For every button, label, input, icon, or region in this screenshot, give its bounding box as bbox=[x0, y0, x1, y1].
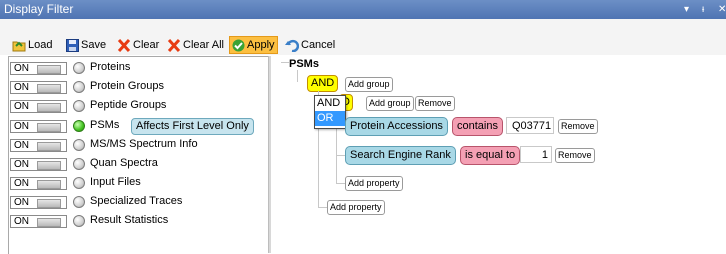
status-dot-icon[interactable] bbox=[73, 196, 85, 208]
cancel-label: Cancel bbox=[301, 39, 336, 51]
on-off-toggle[interactable]: ON bbox=[10, 196, 67, 209]
save-button[interactable]: Save bbox=[66, 36, 106, 54]
save-label: Save bbox=[81, 39, 107, 51]
undo-icon bbox=[285, 39, 299, 52]
value-field[interactable]: 1 bbox=[520, 146, 552, 163]
filter-label: Quan Spectra bbox=[90, 157, 158, 169]
on-off-toggle[interactable]: ON bbox=[10, 100, 67, 113]
apply-label: Apply bbox=[247, 39, 275, 51]
apply-button[interactable]: Apply bbox=[229, 36, 278, 54]
operator-dropdown-menu: AND OR bbox=[314, 95, 346, 129]
property-button[interactable]: Protein Accessions bbox=[345, 117, 448, 136]
property-button[interactable]: Search Engine Rank bbox=[345, 146, 456, 165]
toggle-label: ON bbox=[14, 197, 29, 208]
save-icon bbox=[66, 38, 79, 52]
window-title: Display Filter bbox=[4, 2, 74, 16]
filter-label: Input Files bbox=[90, 176, 141, 188]
toggle-label: ON bbox=[14, 63, 29, 74]
toggle-knob bbox=[37, 180, 61, 189]
clear-all-icon bbox=[167, 38, 181, 52]
operator-button[interactable]: is equal to bbox=[460, 146, 521, 165]
title-bar: Display Filter ▾ ᵻ ✕ bbox=[0, 0, 726, 19]
clear-all-button[interactable]: Clear All bbox=[167, 36, 224, 54]
toggle-knob bbox=[37, 84, 61, 93]
add-property-button[interactable]: Add property bbox=[327, 200, 385, 215]
on-off-toggle[interactable]: ON bbox=[10, 177, 67, 190]
filter-label: PSMs bbox=[90, 119, 120, 131]
remove-group-button[interactable]: Remove bbox=[415, 96, 455, 111]
operator-button[interactable]: contains bbox=[452, 117, 503, 136]
toggle-label: ON bbox=[14, 159, 29, 170]
status-dot-icon[interactable] bbox=[73, 177, 85, 189]
filter-label: Proteins bbox=[90, 61, 131, 73]
close-icon[interactable]: ✕ bbox=[718, 0, 726, 19]
filter-label: Specialized Traces bbox=[90, 195, 183, 207]
toggle-label: ON bbox=[14, 140, 29, 151]
on-off-toggle[interactable]: ON bbox=[10, 158, 67, 171]
filter-label: Protein Groups bbox=[90, 80, 164, 92]
toggle-knob bbox=[37, 142, 61, 151]
filter-label: MS/MS Spectrum Info bbox=[90, 138, 198, 150]
status-dot-icon[interactable] bbox=[73, 139, 85, 151]
add-group-button[interactable]: Add group bbox=[366, 96, 414, 111]
clear-button[interactable]: Clear bbox=[117, 36, 159, 54]
operator-option-and[interactable]: AND bbox=[315, 96, 345, 111]
remove-condition-button[interactable]: Remove bbox=[558, 119, 598, 134]
toggle-label: ON bbox=[14, 82, 29, 93]
toggle-knob bbox=[37, 199, 61, 208]
toggle-label: ON bbox=[14, 101, 29, 112]
toggle-knob bbox=[37, 218, 61, 227]
checkmark-icon bbox=[232, 39, 245, 52]
remove-condition-button[interactable]: Remove bbox=[555, 148, 595, 163]
affects-first-level-badge: Affects First Level Only bbox=[131, 118, 254, 135]
clear-icon bbox=[117, 38, 131, 52]
filter-label: Peptide Groups bbox=[90, 99, 167, 111]
load-button[interactable]: Load bbox=[12, 36, 52, 54]
root-and-operator[interactable]: AND bbox=[307, 75, 339, 92]
toggle-knob bbox=[37, 103, 61, 112]
toggle-knob bbox=[37, 65, 61, 74]
toggle-label: ON bbox=[14, 178, 29, 189]
on-off-toggle[interactable]: ON bbox=[10, 215, 67, 228]
value-field[interactable]: Q03771 bbox=[506, 117, 554, 134]
on-off-toggle[interactable]: ON bbox=[10, 62, 67, 75]
on-off-toggle[interactable]: ON bbox=[10, 120, 67, 133]
tree-connector bbox=[297, 70, 298, 82]
load-label: Load bbox=[28, 39, 53, 51]
status-dot-icon[interactable] bbox=[73, 158, 85, 170]
status-dot-icon[interactable] bbox=[73, 100, 85, 112]
clear-label: Clear bbox=[133, 39, 160, 51]
add-property-button[interactable]: Add property bbox=[345, 176, 403, 191]
operator-option-or[interactable]: OR bbox=[315, 111, 345, 126]
add-group-button[interactable]: Add group bbox=[345, 77, 393, 92]
status-dot-icon[interactable] bbox=[73, 215, 85, 227]
status-dot-icon[interactable] bbox=[73, 62, 85, 74]
float-icon[interactable]: ᵻ bbox=[702, 0, 704, 19]
toolbar: Load Save Clear Clear All Apply Cancel bbox=[0, 19, 726, 55]
toggle-knob bbox=[37, 123, 61, 132]
cancel-button[interactable]: Cancel bbox=[285, 36, 335, 54]
pin-dropdown-icon[interactable]: ▾ bbox=[684, 0, 689, 19]
toggle-label: ON bbox=[14, 121, 29, 132]
on-off-toggle[interactable]: ON bbox=[10, 139, 67, 152]
status-dot-icon[interactable] bbox=[73, 81, 85, 93]
active-status-dot-icon[interactable] bbox=[73, 120, 85, 132]
toggle-knob bbox=[37, 161, 61, 170]
tree-connector bbox=[281, 62, 289, 63]
filter-label: Result Statistics bbox=[90, 214, 169, 226]
toggle-label: ON bbox=[14, 216, 29, 227]
clear-all-label: Clear All bbox=[183, 39, 224, 51]
tree-root-label: PSMs bbox=[289, 58, 319, 70]
on-off-toggle[interactable]: ON bbox=[10, 81, 67, 94]
load-icon bbox=[12, 41, 26, 52]
